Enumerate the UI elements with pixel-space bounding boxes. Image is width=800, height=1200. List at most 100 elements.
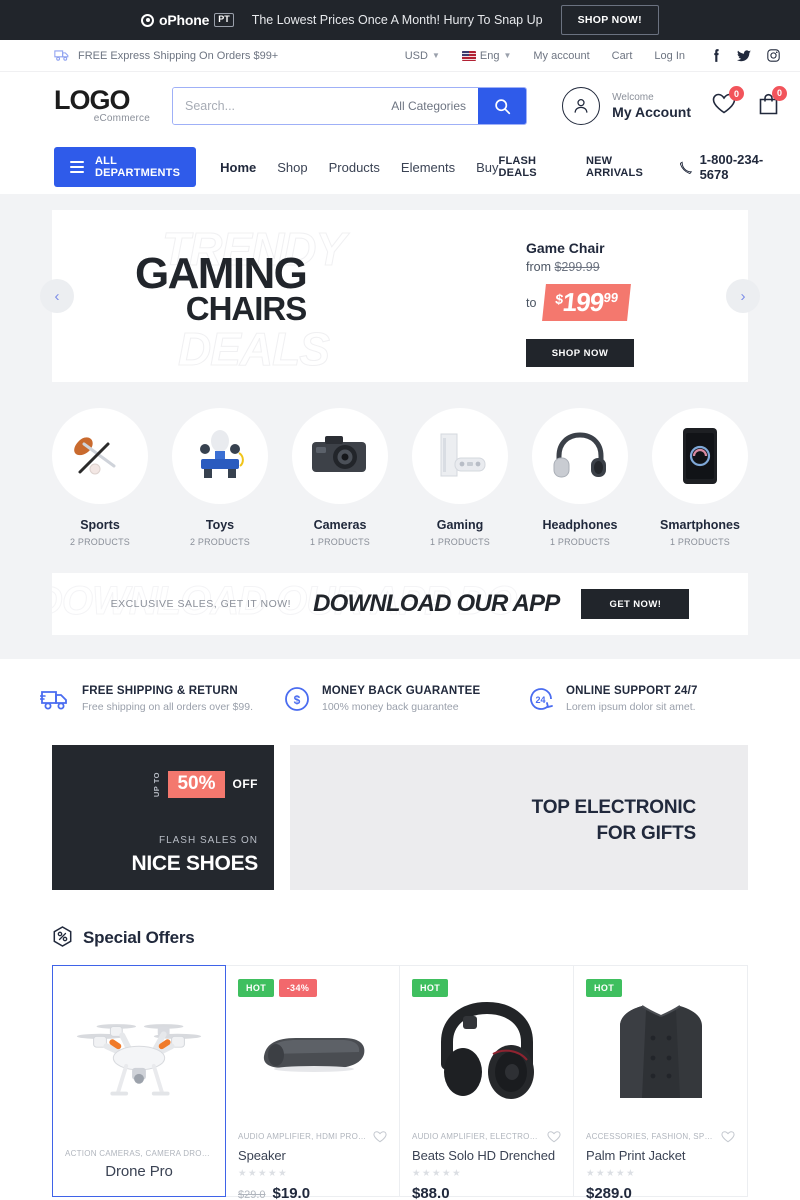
product-prices: $29.0 $19.0 bbox=[238, 1185, 387, 1200]
product-label-hot: HOT bbox=[586, 979, 623, 997]
category-image bbox=[172, 408, 268, 504]
category-name: Headphones bbox=[542, 518, 618, 532]
search-category-selector[interactable]: All Categories bbox=[379, 88, 478, 124]
category-gaming[interactable]: Gaming 1 PRODUCTS bbox=[412, 408, 508, 547]
promo-upto-label: UP TO bbox=[151, 771, 161, 798]
all-departments-button[interactable]: ALL DEPARTMENTS bbox=[54, 147, 197, 187]
category-count: 1 PRODUCTS bbox=[309, 537, 370, 547]
percent-badge-icon bbox=[53, 926, 72, 947]
carousel-prev-button[interactable]: ‹ bbox=[40, 279, 74, 313]
product-name[interactable]: Speaker bbox=[238, 1148, 387, 1163]
product-rating: ★★★★★ bbox=[238, 1168, 289, 1179]
flash-deals-link[interactable]: FLASH DEALS bbox=[499, 155, 568, 179]
category-smartphones[interactable]: Smartphones 1 PRODUCTS bbox=[652, 408, 748, 547]
login-link[interactable]: Log In bbox=[654, 50, 685, 62]
promo-percent: 50% bbox=[168, 771, 225, 798]
free-shipping-notice: FREE Express Shipping On Orders $99+ bbox=[54, 49, 278, 62]
wishlist-heart-icon[interactable] bbox=[547, 1130, 561, 1143]
search-submit-button[interactable] bbox=[478, 88, 526, 124]
nav-item-shop[interactable]: Shop bbox=[277, 160, 307, 175]
promo-banners: UP TO 50% OFF FLASH SALES ON NICE SHOES … bbox=[52, 745, 748, 890]
product-card-speaker[interactable]: HOT -34% AUDIO AMPLIFIER, HDMI PROJE... bbox=[226, 965, 400, 1200]
nav-item-home[interactable]: Home bbox=[220, 160, 256, 175]
category-toys[interactable]: Toys 2 PRODUCTS bbox=[172, 408, 268, 547]
logo-sub-text: eCommerce bbox=[93, 113, 150, 125]
wishlist-button[interactable]: 0 bbox=[711, 86, 744, 120]
category-name: Gaming bbox=[436, 518, 484, 532]
welcome-label: Welcome bbox=[612, 91, 654, 103]
cart-button[interactable]: 0 bbox=[757, 85, 787, 121]
carousel-next-button[interactable]: › bbox=[726, 279, 760, 313]
truck-icon bbox=[40, 691, 67, 710]
twitter-icon[interactable] bbox=[737, 49, 751, 62]
my-account-link[interactable]: My account bbox=[533, 50, 589, 62]
delivery-truck-icon bbox=[54, 50, 69, 61]
language-selector[interactable]: Eng ▼ bbox=[461, 49, 511, 62]
site-logo[interactable]: LOGO eCommerce bbox=[54, 86, 150, 125]
category-name: Toys bbox=[205, 518, 235, 532]
instagram-icon[interactable] bbox=[767, 49, 780, 62]
account-text[interactable]: Welcome My Account bbox=[612, 92, 691, 121]
feature-text: MONEY BACK GUARANTEE 100% money back gua… bbox=[322, 685, 480, 713]
hero-product-name: Game Chair bbox=[526, 240, 605, 256]
category-name: Smartphones bbox=[660, 518, 740, 532]
category-headphones[interactable]: Headphones 1 PRODUCTS bbox=[532, 408, 628, 547]
promo-off-label: OFF bbox=[232, 777, 258, 792]
sports-icon bbox=[74, 437, 116, 475]
product-card-drone[interactable]: ACTION CAMERAS, CAMERA DRONES, DIGITAL C… bbox=[52, 965, 226, 1197]
category-image bbox=[652, 408, 748, 504]
category-count: 1 PRODUCTS bbox=[549, 537, 610, 547]
product-meta: AUDIO AMPLIFIER, HDMI PROJE... bbox=[238, 1130, 387, 1143]
category-cameras[interactable]: Cameras 1 PRODUCTS bbox=[292, 408, 388, 547]
wishlist-heart-icon[interactable] bbox=[721, 1130, 735, 1143]
jacket-image bbox=[619, 1004, 702, 1098]
grey-section: TRENDY DEALS GAMING CHAIRS Game Chair fr… bbox=[0, 194, 800, 659]
cart-link[interactable]: Cart bbox=[612, 50, 633, 62]
product-meta: ACCESSORIES, FASHION, SPRIN... bbox=[586, 1130, 735, 1143]
promo-flash-sales[interactable]: UP TO 50% OFF FLASH SALES ON NICE SHOES bbox=[52, 745, 274, 890]
hero-shop-now-button[interactable]: SHOP NOW bbox=[526, 339, 634, 367]
product-card-jacket[interactable]: HOT ACCESSORIES, FASHION, SPRIN... Palm … bbox=[574, 965, 748, 1200]
currency-selector[interactable]: USD ▼ bbox=[405, 50, 440, 62]
product-label-hot: HOT bbox=[238, 979, 275, 997]
hero-to-label: to bbox=[526, 295, 537, 310]
support-phone[interactable]: 1-800-234-5678 bbox=[679, 152, 780, 182]
facebook-icon[interactable] bbox=[713, 48, 721, 63]
main-nav: ALL DEPARTMENTS Home Shop Products Eleme… bbox=[0, 140, 800, 194]
wishlist-heart-icon[interactable] bbox=[373, 1130, 387, 1143]
search-icon bbox=[494, 98, 510, 114]
app-get-now-button[interactable]: GET NOW! bbox=[581, 589, 690, 619]
feature-text: FREE SHIPPING & RETURN Free shipping on … bbox=[82, 685, 253, 713]
product-category: ACTION CAMERAS, CAMERA DRONES, DIGITAL C… bbox=[65, 1149, 213, 1158]
lower-section: FREE SHIPPING & RETURN Free shipping on … bbox=[0, 659, 800, 1200]
hero-ghost-bottom: DEALS bbox=[178, 323, 331, 376]
category-image bbox=[292, 408, 388, 504]
search-input[interactable] bbox=[173, 88, 380, 124]
avatar[interactable] bbox=[562, 87, 601, 125]
product-label-hot: HOT bbox=[412, 979, 449, 997]
hero-from-label: from bbox=[526, 260, 551, 274]
announcement-shop-now-button[interactable]: SHOP NOW! bbox=[560, 5, 659, 35]
new-arrivals-link[interactable]: NEW ARRIVALS bbox=[586, 155, 662, 179]
feature-subtitle: 100% money back guarantee bbox=[322, 701, 459, 713]
main-header: LOGO eCommerce All Categories Welcome bbox=[0, 72, 800, 140]
feature-subtitle: Lorem ipsum dolor sit amet. bbox=[566, 701, 696, 713]
product-price: $19.0 bbox=[272, 1185, 311, 1200]
nav-item-buy[interactable]: Buy bbox=[476, 160, 498, 175]
product-name[interactable]: Palm Print Jacket bbox=[586, 1148, 735, 1163]
nav-item-elements[interactable]: Elements bbox=[401, 160, 455, 175]
grey-wrap: TRENDY DEALS GAMING CHAIRS Game Chair fr… bbox=[40, 210, 760, 635]
free-shipping-text: FREE Express Shipping On Orders $99+ bbox=[78, 49, 279, 62]
product-grid: ACTION CAMERAS, CAMERA DRONES, DIGITAL C… bbox=[52, 965, 748, 1200]
category-sports[interactable]: Sports 2 PRODUCTS bbox=[52, 408, 148, 547]
product-name[interactable]: Drone Pro bbox=[65, 1163, 213, 1180]
promo-title: NICE SHOES bbox=[131, 852, 258, 875]
language-label: Eng bbox=[479, 49, 500, 62]
promo-top-electronic[interactable]: TOP ELECTRONIC FOR GIFTS bbox=[290, 745, 748, 890]
nav-item-products[interactable]: Products bbox=[329, 160, 380, 175]
product-labels: HOT bbox=[412, 978, 449, 1002]
product-name[interactable]: Beats Solo HD Drenched bbox=[412, 1148, 561, 1163]
support-24-icon: 24 bbox=[530, 688, 553, 710]
hero-title-line1: GAMING bbox=[135, 249, 308, 298]
product-card-beats[interactable]: HOT AUDIO AMPLIFIER, ELECTRONIC... Beats… bbox=[400, 965, 574, 1200]
